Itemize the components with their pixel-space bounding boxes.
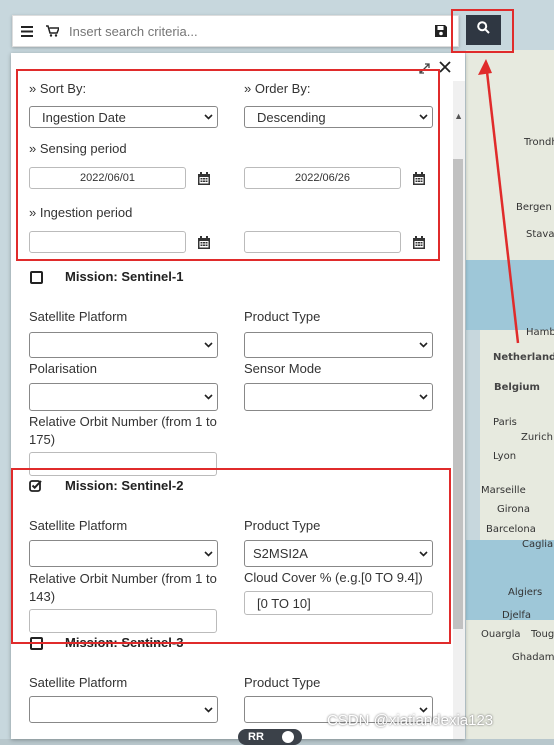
map-label-tougg: Tougg	[531, 629, 554, 640]
s1-sensor-mode-select[interactable]	[244, 383, 433, 411]
s3-satellite-platform-label: Satellite Platform	[29, 675, 128, 690]
sensing-period-label: » Sensing period	[29, 141, 127, 156]
s1-satellite-platform-select[interactable]	[29, 332, 218, 358]
map-label-marseille: Marseille	[481, 485, 526, 496]
s2-satellite-platform-label: Satellite Platform	[29, 518, 128, 533]
s2-product-type-value: S2MSI2A	[253, 546, 308, 561]
order-by-select[interactable]: Descending	[244, 106, 433, 128]
cart-icon[interactable]	[45, 24, 59, 38]
s2-cloud-cover-input[interactable]: [0 TO 10]	[244, 591, 433, 615]
search-bar	[12, 15, 459, 47]
chevron-down-icon	[414, 342, 432, 348]
s3-product-type-label: Product Type	[244, 675, 321, 690]
map-label-lyon: Lyon	[493, 451, 517, 462]
map-label-zurich: Zurich	[521, 432, 553, 443]
sentinel3-checkbox[interactable]	[30, 637, 43, 650]
s2-product-type-select[interactable]: S2MSI2A	[244, 540, 433, 567]
map-label-cagliar: Cagliar	[522, 539, 554, 550]
toggle-knob	[282, 731, 294, 743]
sentinel1-title: Mission: Sentinel-1	[65, 269, 184, 284]
map-label-stava: Stava	[526, 229, 554, 240]
s1-orbit-label: Relative Orbit Number (from 1 to 175)	[29, 414, 217, 447]
sensing-from-field[interactable]: 2022/06/01	[29, 167, 186, 189]
sort-by-select[interactable]: Ingestion Date	[29, 106, 218, 128]
ingestion-to-field[interactable]	[244, 231, 401, 253]
calendar-icon[interactable]	[198, 236, 211, 249]
order-by-label: » Order By:	[244, 81, 311, 96]
calendar-icon[interactable]	[413, 236, 426, 249]
map-label-ouargla: Ouargla	[481, 629, 521, 640]
chevron-down-icon	[199, 706, 217, 713]
s1-polarisation-select[interactable]	[29, 383, 218, 411]
s1-satellite-platform-label: Satellite Platform	[29, 309, 128, 324]
sentinel3-title: Mission: Sentinel-3	[65, 635, 184, 650]
map-label-algiers: Algiers	[508, 587, 543, 598]
s1-sensor-mode-label: Sensor Mode	[244, 361, 322, 376]
calendar-icon[interactable]	[198, 172, 211, 185]
chevron-down-icon	[414, 114, 432, 120]
annotation-arrow	[478, 59, 520, 344]
s1-polarisation-label: Polarisation	[29, 361, 97, 376]
chevron-down-icon	[199, 342, 217, 348]
map-layer-toggle[interactable]: RR	[238, 729, 302, 745]
calendar-icon[interactable]	[413, 172, 426, 185]
map-label-paris: Paris	[493, 417, 517, 428]
map-label-hambu: Hambu	[526, 327, 554, 338]
map-label-barcelona: Barcelona	[486, 524, 536, 535]
sensing-to-field[interactable]: 2022/06/26	[244, 167, 401, 189]
search-input[interactable]	[69, 23, 434, 39]
hamburger-icon[interactable]	[20, 24, 34, 38]
sentinel1-checkbox[interactable]	[30, 271, 43, 284]
chevron-down-icon	[414, 550, 432, 557]
map-label-ghadame: Ghadame	[512, 652, 554, 663]
panel-scrollbar[interactable]: ▲	[453, 81, 465, 739]
s2-cloud-cover-label: Cloud Cover % (e.g.[0 TO 9.4])	[244, 570, 423, 585]
ingestion-from-field[interactable]	[29, 231, 186, 253]
toggle-label: RR	[248, 731, 264, 743]
chevron-down-icon	[199, 550, 217, 557]
s3-satellite-platform-select[interactable]	[29, 696, 218, 723]
s1-product-type-label: Product Type	[244, 309, 321, 324]
search-icon	[477, 21, 490, 39]
chevron-down-icon	[414, 394, 432, 400]
s2-satellite-platform-select[interactable]	[29, 540, 218, 567]
search-button[interactable]	[466, 15, 501, 45]
advanced-search-panel: ▲ » Sort By: » Order By: Ingestion Date …	[11, 53, 465, 739]
save-icon[interactable]	[434, 24, 448, 38]
chevron-down-icon	[199, 114, 217, 120]
close-icon[interactable]	[439, 60, 451, 78]
sort-by-label: » Sort By:	[29, 81, 87, 96]
expand-icon[interactable]	[419, 61, 430, 79]
s2-product-type-label: Product Type	[244, 518, 321, 533]
s1-orbit-input[interactable]	[29, 452, 217, 476]
watermark: CSDN @xiatiandexia123	[327, 712, 494, 729]
sort-by-value: Ingestion Date	[42, 109, 126, 125]
scrollbar-thumb[interactable]	[453, 159, 463, 629]
sentinel2-checkbox[interactable]	[29, 479, 42, 497]
chevron-down-icon	[199, 394, 217, 400]
map-label-djelfa: Djelfa	[502, 610, 532, 621]
map-label-girona: Girona	[497, 504, 531, 515]
s2-orbit-label: Relative Orbit Number (from 1 to 143)	[29, 571, 217, 604]
scroll-up-icon[interactable]: ▲	[454, 111, 463, 121]
map-label-belgium: Belgium	[494, 382, 540, 393]
s2-orbit-input[interactable]	[29, 609, 217, 633]
order-by-value: Descending	[257, 109, 326, 125]
ingestion-period-label: » Ingestion period	[29, 205, 133, 220]
sentinel2-title: Mission: Sentinel-2	[65, 478, 184, 493]
s1-product-type-select[interactable]	[244, 332, 433, 358]
